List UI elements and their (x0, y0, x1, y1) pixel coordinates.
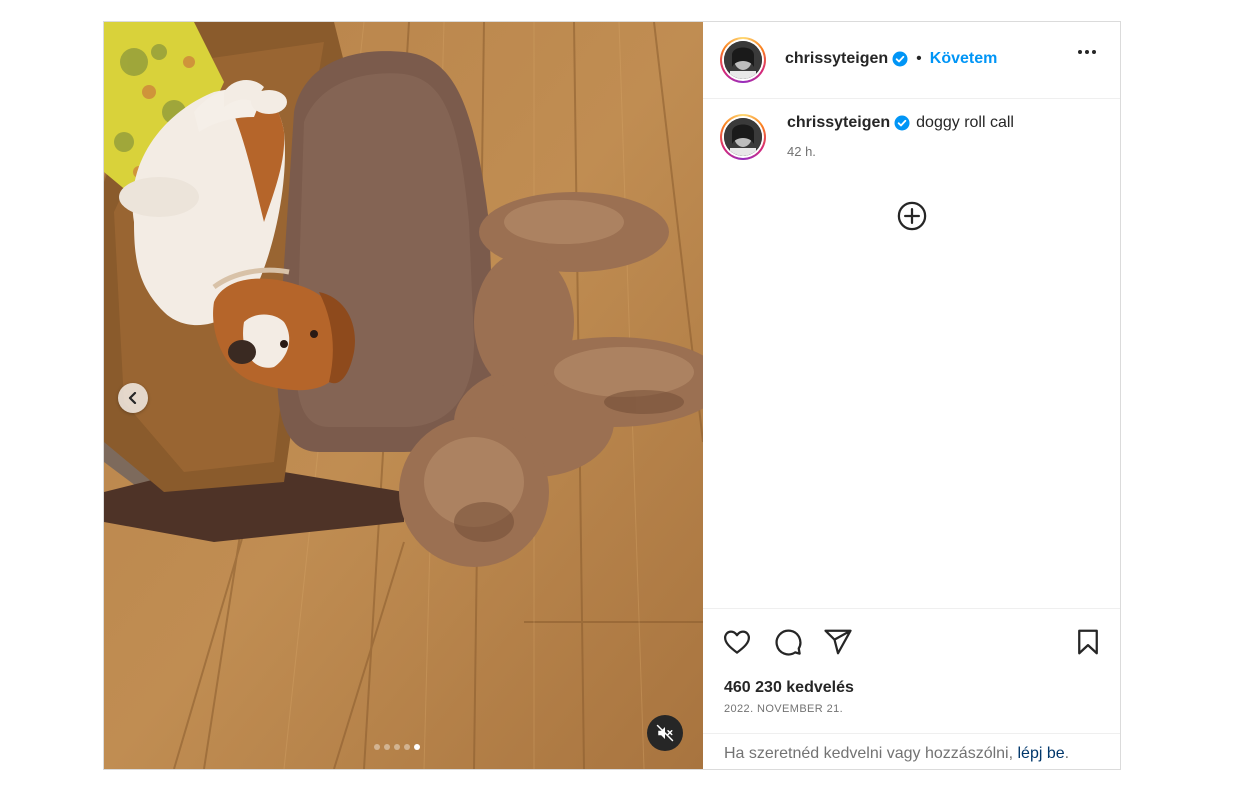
verified-badge-icon (892, 51, 908, 67)
bookmark-icon (1078, 629, 1098, 655)
mute-toggle-button[interactable] (647, 715, 683, 751)
plus-circle-icon (897, 201, 927, 231)
username-link[interactable]: chrissyteigen (785, 50, 888, 68)
login-suffix: . (1064, 745, 1070, 762)
caption-line: chrissyteigen doggy roll call (787, 114, 1014, 132)
carousel-dot (384, 744, 390, 750)
avatar-photo (724, 41, 762, 79)
post-sidebar: chrissyteigen • Követem chrissyteigen do… (703, 22, 1120, 769)
post-time-ago[interactable]: 42 h. (787, 144, 816, 159)
follow-button[interactable]: Követem (930, 50, 998, 68)
caption-username[interactable]: chrissyteigen (787, 114, 890, 132)
chevron-left-icon (128, 392, 137, 404)
caption-avatar[interactable] (720, 114, 766, 160)
speaker-muted-icon (656, 724, 674, 742)
carousel-dot (374, 744, 380, 750)
login-prompt: Ha szeretnéd kedvelni vagy hozzászólni, … (724, 745, 1069, 763)
caption-text: doggy roll call (916, 114, 1014, 131)
more-options-icon (1078, 50, 1082, 54)
post-actions: 460 230 kedvelés 2022. NOVEMBER 21. Ha s… (703, 608, 1120, 770)
carousel-indicator (374, 744, 420, 750)
carousel-dot-active (414, 744, 420, 750)
carousel-dot (404, 744, 410, 750)
like-button[interactable] (722, 627, 752, 662)
login-link[interactable]: lépj be (1018, 745, 1065, 762)
verified-badge-icon (894, 115, 910, 131)
comment-icon (775, 629, 802, 656)
share-icon (824, 629, 852, 655)
dogs-photo (104, 22, 703, 769)
avatar[interactable] (720, 37, 766, 83)
post-header: chrissyteigen • Követem (703, 22, 1120, 99)
like-count[interactable]: 460 230 kedvelés (724, 679, 854, 697)
login-prompt-text: Ha szeretnéd kedvelni vagy hozzászólni, (724, 745, 1014, 762)
load-comments-button[interactable] (897, 201, 927, 236)
comment-button[interactable] (773, 627, 803, 662)
avatar-photo (724, 118, 762, 156)
carousel-prev-button[interactable] (118, 383, 148, 413)
login-prompt-bar: Ha szeretnéd kedvelni vagy hozzászólni, … (703, 733, 1120, 771)
instagram-post: chrissyteigen • Követem chrissyteigen do… (103, 21, 1121, 770)
save-button[interactable] (1073, 627, 1103, 662)
post-media[interactable] (104, 22, 703, 769)
header-user-line: chrissyteigen • Követem (785, 50, 997, 68)
more-options-button[interactable] (1078, 50, 1096, 54)
carousel-dot (394, 744, 400, 750)
share-button[interactable] (823, 627, 853, 662)
header-separator: • (916, 50, 922, 67)
post-date[interactable]: 2022. NOVEMBER 21. (724, 703, 843, 715)
heart-icon (724, 630, 750, 654)
